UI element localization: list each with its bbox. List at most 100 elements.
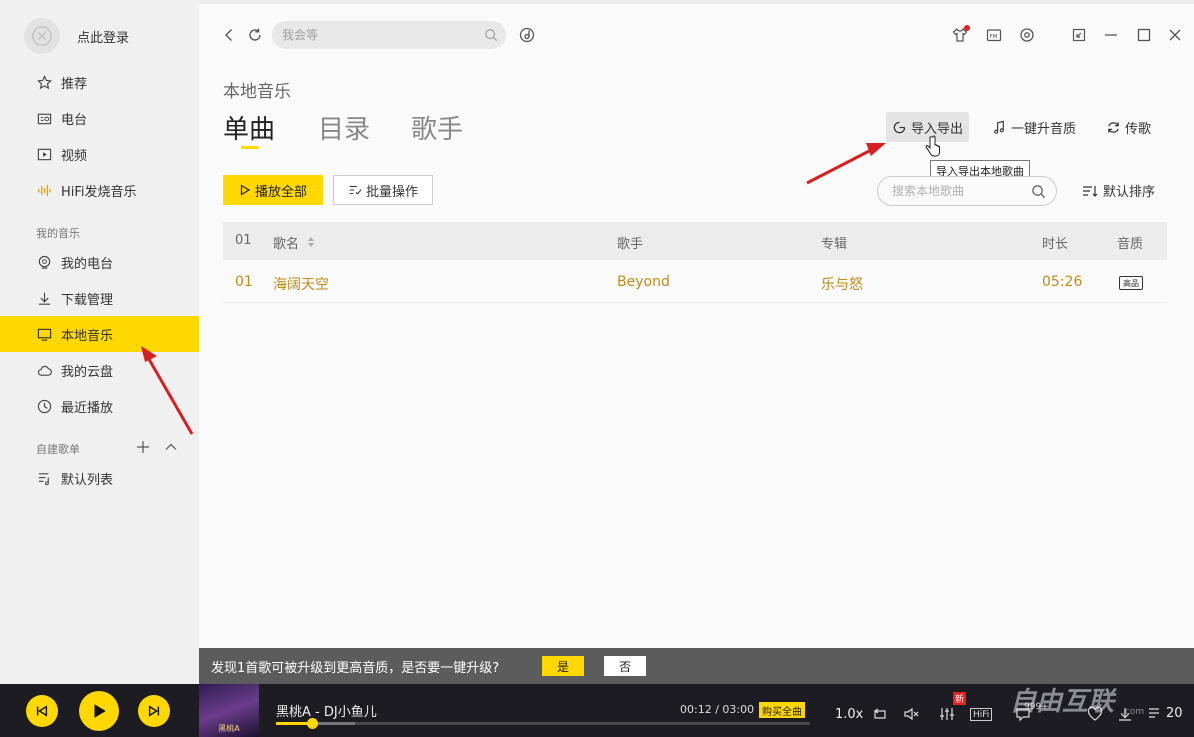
sort-button[interactable]: 默认排序 bbox=[1082, 181, 1155, 200]
plus-icon[interactable] bbox=[136, 440, 150, 454]
svg-text:FM: FM bbox=[990, 34, 998, 40]
previous-button[interactable] bbox=[26, 695, 58, 727]
upgrade-no-button[interactable]: 否 bbox=[604, 656, 646, 676]
upgrade-yes-button[interactable]: 是 bbox=[542, 656, 584, 676]
cloud-icon bbox=[36, 362, 52, 378]
row-album[interactable]: 乐与怒 bbox=[821, 274, 863, 294]
video-icon bbox=[36, 146, 52, 162]
tab-active-indicator bbox=[241, 146, 259, 149]
now-playing-title[interactable]: 黑桃A - DJ小鱼儿 bbox=[276, 701, 377, 720]
next-icon bbox=[148, 705, 160, 717]
sidebar-item-cloud[interactable]: 我的云盘 bbox=[0, 352, 199, 388]
row-index: 01 bbox=[235, 274, 253, 290]
upload-song-label: 传歌 bbox=[1125, 121, 1152, 137]
chevron-up-icon[interactable] bbox=[164, 440, 178, 454]
row-artist[interactable]: Beyond bbox=[617, 274, 670, 290]
row-duration: 05:26 bbox=[1042, 274, 1083, 290]
batch-operation-label: 批量操作 bbox=[365, 184, 418, 200]
header-duration: 时长 bbox=[1042, 237, 1069, 252]
local-search-input[interactable] bbox=[892, 184, 1022, 198]
local-search-box[interactable] bbox=[877, 176, 1057, 206]
fm-icon[interactable]: FM bbox=[985, 26, 1003, 44]
monitor-icon bbox=[36, 326, 52, 342]
playback-time: 00:12 / 03:00 bbox=[680, 703, 755, 716]
maximize-icon[interactable] bbox=[1135, 26, 1153, 44]
music-recognition-icon[interactable] bbox=[518, 26, 536, 44]
sidebar-item-default-list[interactable]: 默认列表 bbox=[0, 460, 199, 496]
next-button[interactable] bbox=[138, 695, 170, 727]
tab-folders[interactable]: 目录 bbox=[318, 109, 370, 146]
upgrade-quality-button[interactable]: 一键升音质 bbox=[986, 112, 1082, 142]
comment-count: 999+ bbox=[1024, 702, 1049, 712]
sidebar-item-downloads[interactable]: 下载管理 bbox=[0, 280, 199, 316]
sort-label: 默认排序 bbox=[1103, 185, 1156, 200]
progress-knob[interactable] bbox=[306, 718, 318, 729]
upload-song-button[interactable]: 传歌 bbox=[1100, 112, 1157, 142]
notification-dot bbox=[964, 25, 970, 31]
play-icon bbox=[94, 704, 106, 718]
sidebar: 点此登录 推荐 电台 视频 HiFi发烧音乐 我的音乐 我的电台 下载管理 本地… bbox=[0, 0, 199, 684]
play-button[interactable] bbox=[79, 691, 119, 731]
user-icon bbox=[31, 25, 53, 47]
search-input[interactable] bbox=[282, 28, 472, 42]
section-label-my-music: 我的音乐 bbox=[36, 227, 80, 240]
sidebar-item-label: 我的电台 bbox=[61, 256, 114, 272]
header-song-name[interactable]: 歌名 bbox=[273, 233, 299, 252]
sidebar-item-recommend[interactable]: 推荐 bbox=[0, 64, 199, 100]
new-badge: 新 bbox=[953, 692, 967, 705]
music-note-icon bbox=[994, 120, 1004, 134]
sidebar-item-local-music[interactable]: 本地音乐 bbox=[0, 316, 199, 352]
import-export-icon bbox=[893, 121, 906, 133]
upgrade-quality-label: 一键升音质 bbox=[1011, 121, 1077, 137]
login-link[interactable]: 点此登录 bbox=[77, 27, 129, 46]
volume-muted-icon[interactable] bbox=[903, 706, 919, 722]
settings-icon[interactable] bbox=[1018, 26, 1036, 44]
close-icon[interactable] bbox=[1166, 26, 1184, 44]
play-all-button[interactable]: 播放全部 bbox=[223, 175, 323, 205]
refresh-icon[interactable] bbox=[246, 26, 264, 44]
search-icon[interactable] bbox=[484, 28, 498, 42]
row-song-name[interactable]: 海阔天空 bbox=[273, 274, 329, 294]
sidebar-item-hifi[interactable]: HiFi发烧音乐 bbox=[0, 172, 199, 208]
heart-icon[interactable] bbox=[1087, 706, 1103, 722]
progress-bar[interactable] bbox=[276, 718, 810, 729]
sidebar-item-label: 默认列表 bbox=[61, 472, 114, 488]
back-icon[interactable] bbox=[220, 26, 238, 44]
batch-operation-button[interactable]: 批量操作 bbox=[333, 175, 433, 205]
search-icon[interactable] bbox=[1031, 184, 1046, 199]
sidebar-item-label: 下载管理 bbox=[61, 292, 114, 308]
tab-songs[interactable]: 单曲 bbox=[223, 109, 275, 146]
login-area[interactable]: 点此登录 bbox=[24, 18, 129, 54]
buy-song-button[interactable]: 购买全曲 bbox=[759, 702, 805, 718]
header-quality: 音质 bbox=[1117, 237, 1144, 252]
avatar[interactable] bbox=[24, 18, 60, 54]
download-icon[interactable] bbox=[1117, 706, 1133, 722]
sidebar-item-video[interactable]: 视频 bbox=[0, 136, 199, 172]
page-title: 本地音乐 bbox=[223, 82, 291, 102]
equalizer-icon[interactable] bbox=[939, 706, 955, 722]
album-art-text: 黑桃A bbox=[218, 724, 240, 733]
playlist-icon[interactable] bbox=[1147, 706, 1163, 722]
import-export-label: 导入导出 bbox=[911, 121, 964, 137]
table-header: 01 歌名 歌手 专辑 时长 音质 bbox=[223, 222, 1167, 260]
quality-badge: 高品 bbox=[1119, 276, 1143, 290]
sidebar-item-label: 推荐 bbox=[61, 76, 88, 92]
album-art[interactable]: 黑桃A bbox=[199, 684, 259, 737]
sidebar-item-recent[interactable]: 最近播放 bbox=[0, 388, 199, 424]
hifi-button[interactable]: HiFi bbox=[970, 708, 993, 721]
table-row[interactable]: 01 海阔天空 Beyond 乐与怒 05:26 高品 bbox=[223, 263, 1167, 303]
speed-button[interactable]: 1.0x bbox=[835, 707, 863, 722]
sidebar-item-my-radio[interactable]: 我的电台 bbox=[0, 244, 199, 280]
sort-arrows-icon[interactable] bbox=[307, 236, 315, 248]
playlist-count: 20 bbox=[1166, 706, 1183, 721]
loop-icon[interactable] bbox=[872, 706, 888, 722]
minimize-icon[interactable] bbox=[1102, 26, 1120, 44]
radio-station-icon bbox=[36, 254, 52, 270]
sync-icon bbox=[1108, 121, 1119, 133]
tab-artists[interactable]: 歌手 bbox=[411, 109, 463, 146]
soundwave-icon bbox=[36, 182, 52, 198]
search-box[interactable] bbox=[272, 21, 506, 49]
sidebar-item-radio[interactable]: 电台 bbox=[0, 100, 199, 136]
sidebar-item-label: 电台 bbox=[61, 112, 88, 128]
mini-mode-icon[interactable] bbox=[1070, 26, 1088, 44]
